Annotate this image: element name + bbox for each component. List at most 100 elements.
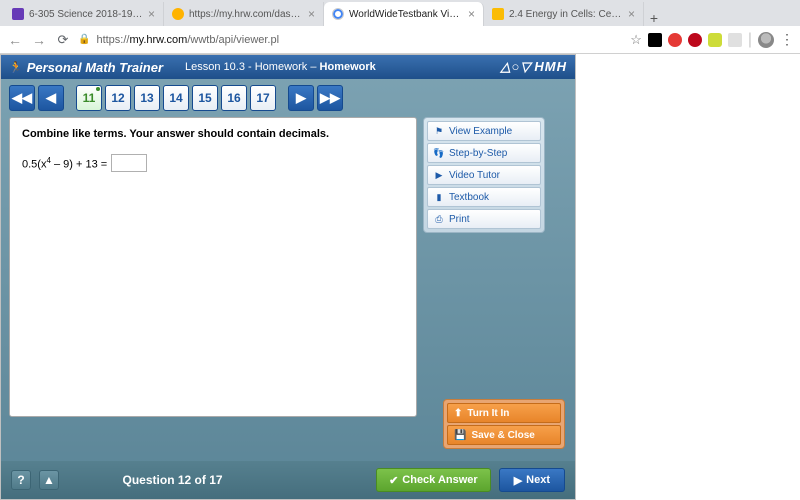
- shapes-icon: △○▽: [501, 59, 532, 75]
- app-header: 🏃 Personal Math Trainer Lesson 10.3 - Ho…: [1, 55, 575, 79]
- textbook-button[interactable]: ▮ Textbook: [427, 187, 541, 207]
- tab-science[interactable]: 6-305 Science 2018-19 Mr. M ×: [4, 2, 164, 26]
- app-container: 🏃 Personal Math Trainer Lesson 10.3 - Ho…: [0, 54, 576, 500]
- brand-label: Personal Math Trainer: [27, 60, 163, 75]
- help-button[interactable]: ?: [11, 470, 31, 490]
- favicon-icon: [332, 8, 344, 20]
- label: Textbook: [449, 192, 489, 203]
- video-tutor-button[interactable]: ▶ Video Tutor: [427, 165, 541, 185]
- nav-first-button[interactable]: ◀◀: [9, 85, 35, 111]
- arrow-right-icon: ▶: [514, 474, 522, 487]
- tab-label: WorldWideTestbank Viewer: [349, 9, 463, 20]
- expr-part: 0.5(x4 – 9) + 13 =: [22, 156, 107, 171]
- favicon-icon: [12, 8, 24, 20]
- turn-it-in-button[interactable]: ⬆ Turn It In: [447, 403, 561, 423]
- url-host: my.hrw.com: [129, 34, 187, 46]
- favicon-icon: [492, 8, 504, 20]
- nav-next-button[interactable]: ▶: [288, 85, 314, 111]
- tab-label: 2.4 Energy in Cells: Cellular Re: [509, 9, 623, 20]
- bookmark-star-icon[interactable]: ☆: [630, 32, 642, 48]
- print-icon: ⎙: [434, 214, 444, 224]
- lock-icon: 🔒: [78, 34, 90, 45]
- page-12[interactable]: 12: [105, 85, 131, 111]
- label: Video Tutor: [449, 170, 500, 181]
- extension-icon[interactable]: [708, 33, 722, 47]
- nav-last-button[interactable]: ▶▶: [317, 85, 343, 111]
- question-expression: 0.5(x4 – 9) + 13 =: [22, 154, 404, 172]
- url-prefix: https://: [96, 34, 129, 46]
- steps-icon: 👣: [434, 148, 444, 158]
- page-15[interactable]: 15: [192, 85, 218, 111]
- tab-label: https://my.hrw.com/dashboar: [189, 9, 303, 20]
- label: Print: [449, 214, 470, 225]
- lesson-text: Lesson 10.3 - Homework –: [185, 61, 320, 73]
- extension-icon[interactable]: [648, 33, 662, 47]
- page-16[interactable]: 16: [221, 85, 247, 111]
- side-column: ⚑ View Example 👣 Step-by-Step ▶ Video Tutor…: [423, 117, 545, 417]
- divider: |: [748, 31, 752, 49]
- close-icon[interactable]: ×: [148, 7, 155, 21]
- next-button[interactable]: ▶ Next: [499, 468, 565, 492]
- lesson-bold: Homework: [320, 61, 376, 73]
- view-example-button[interactable]: ⚑ View Example: [427, 121, 541, 141]
- tab-hrw-dashboard[interactable]: https://my.hrw.com/dashboar ×: [164, 2, 324, 26]
- flag-icon: ⚑: [434, 126, 444, 136]
- warning-button[interactable]: ▲: [39, 470, 59, 490]
- extension-icon[interactable]: [668, 33, 682, 47]
- expr-a: 0.5(x: [22, 158, 46, 170]
- lesson-label: Lesson 10.3 - Homework – Homework: [185, 61, 376, 73]
- page-13[interactable]: 13: [134, 85, 160, 111]
- hmh-logo: △○▽HMH: [501, 59, 567, 75]
- print-button[interactable]: ⎙ Print: [427, 209, 541, 229]
- save-close-button[interactable]: 💾 Save & Close: [447, 425, 561, 445]
- tab-testbank[interactable]: WorldWideTestbank Viewer ×: [324, 2, 484, 26]
- label: View Example: [449, 126, 512, 137]
- back-icon[interactable]: ←: [6, 32, 24, 48]
- extension-icon[interactable]: [728, 33, 742, 47]
- label: Step-by-Step: [449, 148, 507, 159]
- brand-icon: 🏃: [9, 61, 23, 74]
- upload-icon: ⬆: [454, 408, 462, 419]
- book-icon: ▮: [434, 192, 444, 202]
- forward-icon[interactable]: →: [30, 32, 48, 48]
- question-counter: Question 12 of 17: [67, 473, 278, 487]
- page-nav: ◀◀ ◀ 11 12 13 14 15 16 17 ▶ ▶▶: [1, 79, 575, 117]
- close-icon[interactable]: ×: [468, 7, 475, 21]
- footer: ? ▲ Question 12 of 17 ✔ Check Answer ▶ Nex…: [1, 461, 575, 499]
- save-icon: 💾: [454, 430, 466, 441]
- url-text[interactable]: https://my.hrw.com/wwtb/api/viewer.pl: [96, 34, 624, 46]
- label: Check Answer: [402, 474, 477, 486]
- pinterest-icon[interactable]: [688, 33, 702, 47]
- menu-dots-icon[interactable]: ⋮: [780, 31, 794, 48]
- step-by-step-button[interactable]: 👣 Step-by-Step: [427, 143, 541, 163]
- tab-label: 6-305 Science 2018-19 Mr. M: [29, 9, 143, 20]
- check-answer-button[interactable]: ✔ Check Answer: [376, 468, 491, 492]
- tab-energy-cells[interactable]: 2.4 Energy in Cells: Cellular Re ×: [484, 2, 644, 26]
- expr-b: – 9) + 13 =: [51, 158, 107, 170]
- nav-prev-button[interactable]: ◀: [38, 85, 64, 111]
- page-11[interactable]: 11: [76, 85, 102, 111]
- help-box: ⚑ View Example 👣 Step-by-Step ▶ Video Tutor…: [423, 117, 545, 233]
- question-prompt: Combine like terms. Your answer should c…: [22, 128, 404, 140]
- reload-icon[interactable]: ⟳: [54, 32, 72, 48]
- browser-tabs: 6-305 Science 2018-19 Mr. M × https://my…: [0, 0, 800, 26]
- url-path: /wwtb/api/viewer.pl: [187, 34, 279, 46]
- label: Save & Close: [471, 430, 534, 441]
- page-17[interactable]: 17: [250, 85, 276, 111]
- address-bar: ← → ⟳ 🔒 https://my.hrw.com/wwtb/api/view…: [0, 26, 800, 54]
- close-icon[interactable]: ×: [628, 7, 635, 21]
- label: Turn It In: [467, 408, 509, 419]
- new-tab-button[interactable]: +: [644, 10, 664, 26]
- play-icon: ▶: [434, 170, 444, 180]
- answer-input[interactable]: [111, 154, 147, 172]
- favicon-icon: [172, 8, 184, 20]
- label: Next: [526, 474, 550, 486]
- close-icon[interactable]: ×: [308, 7, 315, 21]
- page-14[interactable]: 14: [163, 85, 189, 111]
- main-area: Combine like terms. Your answer should c…: [1, 117, 575, 425]
- submit-box: ⬆ Turn It In 💾 Save & Close: [443, 399, 565, 449]
- question-panel: Combine like terms. Your answer should c…: [9, 117, 417, 417]
- hmh-text: HMH: [534, 59, 567, 74]
- profile-avatar[interactable]: [758, 32, 774, 48]
- check-icon: ✔: [389, 474, 398, 487]
